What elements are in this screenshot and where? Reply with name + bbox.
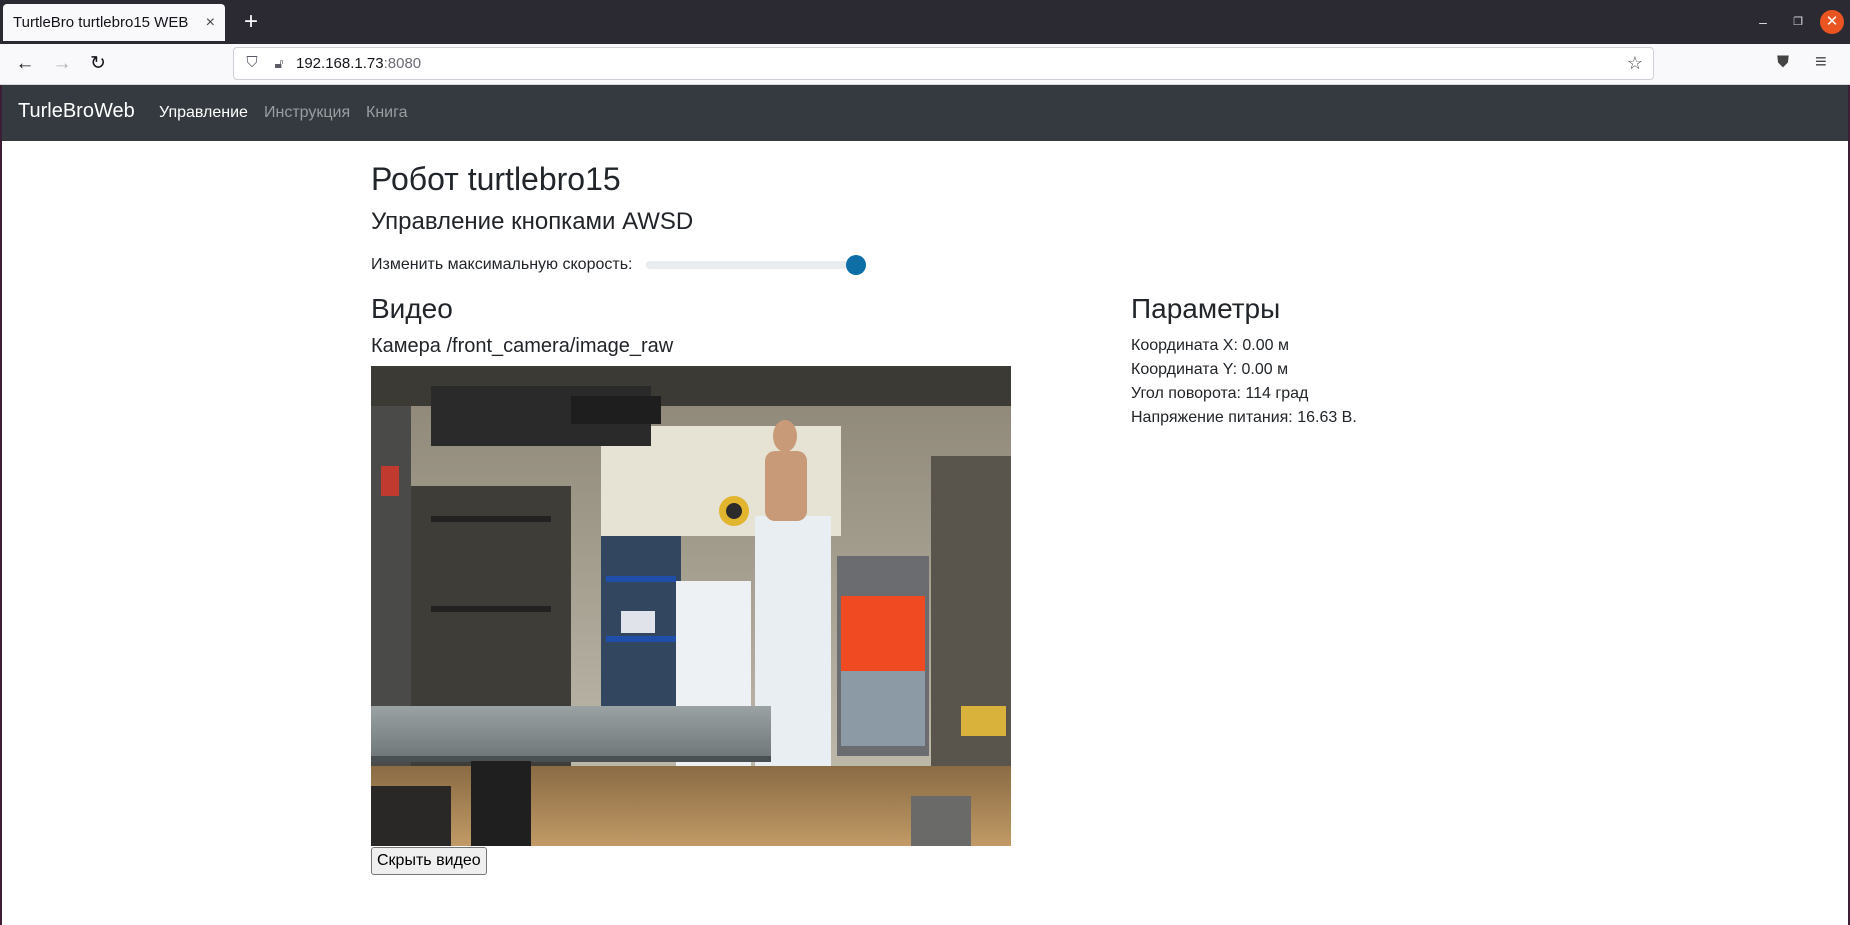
back-icon[interactable]: ← [11,50,39,78]
page-subtitle: Управление кнопками AWSD [371,208,694,235]
lock-icon[interactable]: 🔓︎ [270,54,288,72]
bookmark-star-icon[interactable]: ☆ [1627,53,1643,74]
forward-icon[interactable]: → [48,50,76,78]
hide-video-button[interactable]: Скрыть видео [371,847,487,875]
tab-title: TurtleBro turtlebro15 WEB [13,14,189,31]
param-coordinate-y: Координата Y: 0.00 м [1131,361,1289,378]
speed-slider-track[interactable] [646,261,857,269]
shield-icon[interactable]: ⛉ [243,54,261,72]
param-rotation-angle: Угол поворота: 114 град [1131,385,1309,402]
site-brand[interactable]: TurleBroWeb [18,100,135,123]
nav-link-instructions[interactable]: Инструкция [264,104,350,122]
site-navbar: TurleBroWeb Управление Инструкция Книга [2,85,1848,141]
window-edge-left [0,85,2,925]
camera-heading: Камера /front_camera/image_raw [371,335,674,357]
browser-titlebar: TurtleBro turtlebro15 WEB × + – ❐ ✕ [0,0,1850,44]
browser-tab[interactable]: TurtleBro turtlebro15 WEB × [3,4,225,41]
new-tab-icon[interactable]: + [237,8,265,36]
camera-video-feed [371,366,1011,846]
browser-toolbar: ← → ↻ ⛉ 🔓︎ 192.168.1.73:8080 ☆ ⛊ ≡ [0,44,1850,85]
nav-link-book[interactable]: Книга [366,104,407,122]
params-heading: Параметры [1131,293,1281,324]
url-host: 192.168.1.73 [296,55,384,72]
nav-link-control[interactable]: Управление [159,104,248,122]
camera-image [371,366,1011,846]
video-heading: Видео [371,293,453,324]
speed-slider-thumb[interactable] [846,255,866,275]
tab-close-icon[interactable]: × [206,14,215,32]
page-title: Робот turtlebro15 [371,161,621,197]
pocket-icon[interactable]: ⛊ [1777,54,1789,72]
minimize-icon[interactable]: – [1751,10,1775,34]
url-bar[interactable]: ⛉ 🔓︎ 192.168.1.73:8080 ☆ [233,47,1654,80]
speed-label: Изменить максимальную скорость: [371,256,633,273]
window-close-icon[interactable]: ✕ [1820,10,1844,34]
hamburger-menu-icon[interactable]: ≡ [1815,51,1827,74]
reload-icon[interactable]: ↻ [84,50,112,78]
url-text[interactable]: 192.168.1.73:8080 [296,55,421,72]
url-port: :8080 [383,55,422,72]
maximize-icon[interactable]: ❐ [1786,10,1810,34]
param-coordinate-x: Координата X: 0.00 м [1131,337,1289,354]
speed-slider-fill [646,261,857,269]
param-power-voltage: Напряжение питания: 16.63 В. [1131,409,1357,426]
